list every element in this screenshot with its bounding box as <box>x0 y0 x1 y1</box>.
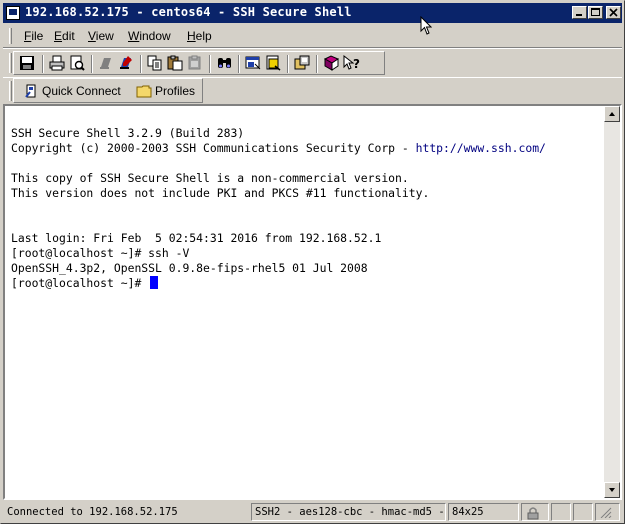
file-transfer-icon <box>294 55 310 70</box>
terminal-line: Last login: Fri Feb 5 02:54:31 2016 from… <box>11 231 382 245</box>
print-preview-icon <box>70 55 85 71</box>
find-icon <box>218 58 231 68</box>
menu-grip[interactable] <box>9 28 12 44</box>
profiles-button[interactable]: Profiles <box>133 81 199 101</box>
maximize-icon <box>591 8 600 16</box>
print-button[interactable] <box>49 55 67 71</box>
arrow-down-icon <box>609 488 615 492</box>
quickbar-grip[interactable] <box>9 81 12 101</box>
connect-icon <box>120 56 132 69</box>
minimize-icon <box>576 14 582 16</box>
print-icon <box>49 55 65 71</box>
find-button[interactable] <box>216 55 234 71</box>
paste-button[interactable] <box>167 55 185 71</box>
toolbar-separator <box>42 55 44 73</box>
terminal-frame: SSH Secure Shell 3.2.9 (Build 283) Copyr… <box>3 104 622 500</box>
quick-connect-frame: Quick Connect Profiles <box>13 78 203 103</box>
menu-edit[interactable]: Edit <box>54 29 75 43</box>
profiles-label: Profiles <box>155 84 196 98</box>
toolbar-separator <box>316 55 318 73</box>
help-topics-button[interactable] <box>323 55 341 71</box>
text-cursor <box>150 276 159 289</box>
clipboard-icon <box>188 55 201 70</box>
arrow-up-icon <box>609 112 615 116</box>
status-cell-empty <box>551 503 571 521</box>
quick-connect-icon <box>25 84 36 98</box>
ssh-window: 192.168.52.175 - centos64 - SSH Secure S… <box>0 0 625 524</box>
menu-window[interactable]: Window <box>128 29 171 43</box>
menu-file[interactable]: File <box>24 29 43 43</box>
toolbar-grip[interactable] <box>9 53 12 73</box>
terminal-line: Copyright (c) 2000-2003 SSH Communicatio… <box>11 141 546 155</box>
profile-settings-icon <box>266 55 281 71</box>
menu-bar: File Edit View Window Help <box>3 25 622 48</box>
context-help-icon: ? <box>343 54 360 71</box>
resize-grip-icon <box>600 507 612 519</box>
disconnect-icon <box>100 58 111 69</box>
profile-settings-button[interactable] <box>265 55 283 71</box>
print-preview-button[interactable] <box>69 55 87 71</box>
save-button[interactable] <box>19 55 37 71</box>
settings-icon <box>245 56 261 70</box>
settings-button[interactable] <box>245 55 263 71</box>
context-help-button[interactable]: ? <box>343 54 361 71</box>
folder-icon <box>136 85 152 98</box>
minimize-button[interactable] <box>572 6 587 19</box>
toolbar-separator <box>209 55 211 73</box>
disconnect-button[interactable] <box>98 55 116 71</box>
paste-disabled-button[interactable] <box>187 55 205 71</box>
scroll-up-button[interactable] <box>604 106 620 122</box>
toolbar-separator <box>238 55 240 73</box>
status-resize-grip[interactable] <box>595 503 620 521</box>
terminal-line: OpenSSH_4.3p2, OpenSSL 0.9.8e-fips-rhel5… <box>11 261 368 275</box>
ssh-website-link[interactable]: http://www.ssh.com/ <box>416 141 546 155</box>
status-cell-empty <box>573 503 593 521</box>
terminal-prompt-line: [root@localhost ~]# <box>11 276 159 291</box>
window-title: 192.168.52.175 - centos64 - SSH Secure S… <box>25 5 352 19</box>
toolbar-frame: ? <box>13 51 385 75</box>
app-icon[interactable] <box>6 6 20 20</box>
toolbar: ? <box>3 48 622 78</box>
connect-button[interactable] <box>118 55 136 71</box>
toolbar-separator <box>91 55 93 73</box>
title-bar[interactable]: 192.168.52.175 - centos64 - SSH Secure S… <box>3 3 622 23</box>
quick-connect-label: Quick Connect <box>42 84 121 98</box>
close-button[interactable] <box>606 6 621 19</box>
menu-help[interactable]: Help <box>187 29 212 43</box>
quick-connect-button[interactable]: Quick Connect <box>20 81 130 101</box>
status-cipher: SSH2 - aes128-cbc - hmac-md5 - none <box>251 503 446 521</box>
copy-button[interactable] <box>147 55 165 71</box>
maximize-button[interactable] <box>588 6 603 19</box>
status-bar: Connected to 192.168.52.175 SSH2 - aes12… <box>3 502 622 522</box>
terminal-line: [root@localhost ~]# ssh -V <box>11 246 190 260</box>
vertical-scrollbar[interactable] <box>604 106 620 498</box>
close-icon <box>609 8 618 17</box>
copy-icon <box>147 55 162 71</box>
file-transfer-button[interactable] <box>294 55 312 71</box>
terminal-area[interactable]: SSH Secure Shell 3.2.9 (Build 283) Copyr… <box>5 106 604 498</box>
svg-text:?: ? <box>353 57 360 71</box>
toolbar-separator <box>287 55 289 73</box>
lock-icon <box>527 507 539 520</box>
status-connection: Connected to 192.168.52.175 <box>7 506 178 518</box>
terminal-line: This version does not include PKI and PK… <box>11 186 430 200</box>
toolbar-separator <box>140 55 142 73</box>
help-book-icon <box>323 55 340 71</box>
scroll-down-button[interactable] <box>604 482 620 498</box>
menu-view[interactable]: View <box>88 29 114 43</box>
paste-icon <box>167 55 183 71</box>
save-icon <box>20 56 34 70</box>
terminal-line: This copy of SSH Secure Shell is a non-c… <box>11 171 409 185</box>
terminal-line: SSH Secure Shell 3.2.9 (Build 283) <box>11 126 245 140</box>
status-lock-cell <box>521 503 549 521</box>
quick-connect-bar: Quick Connect Profiles <box>3 77 622 105</box>
status-terminal-size: 84x25 <box>448 503 519 521</box>
